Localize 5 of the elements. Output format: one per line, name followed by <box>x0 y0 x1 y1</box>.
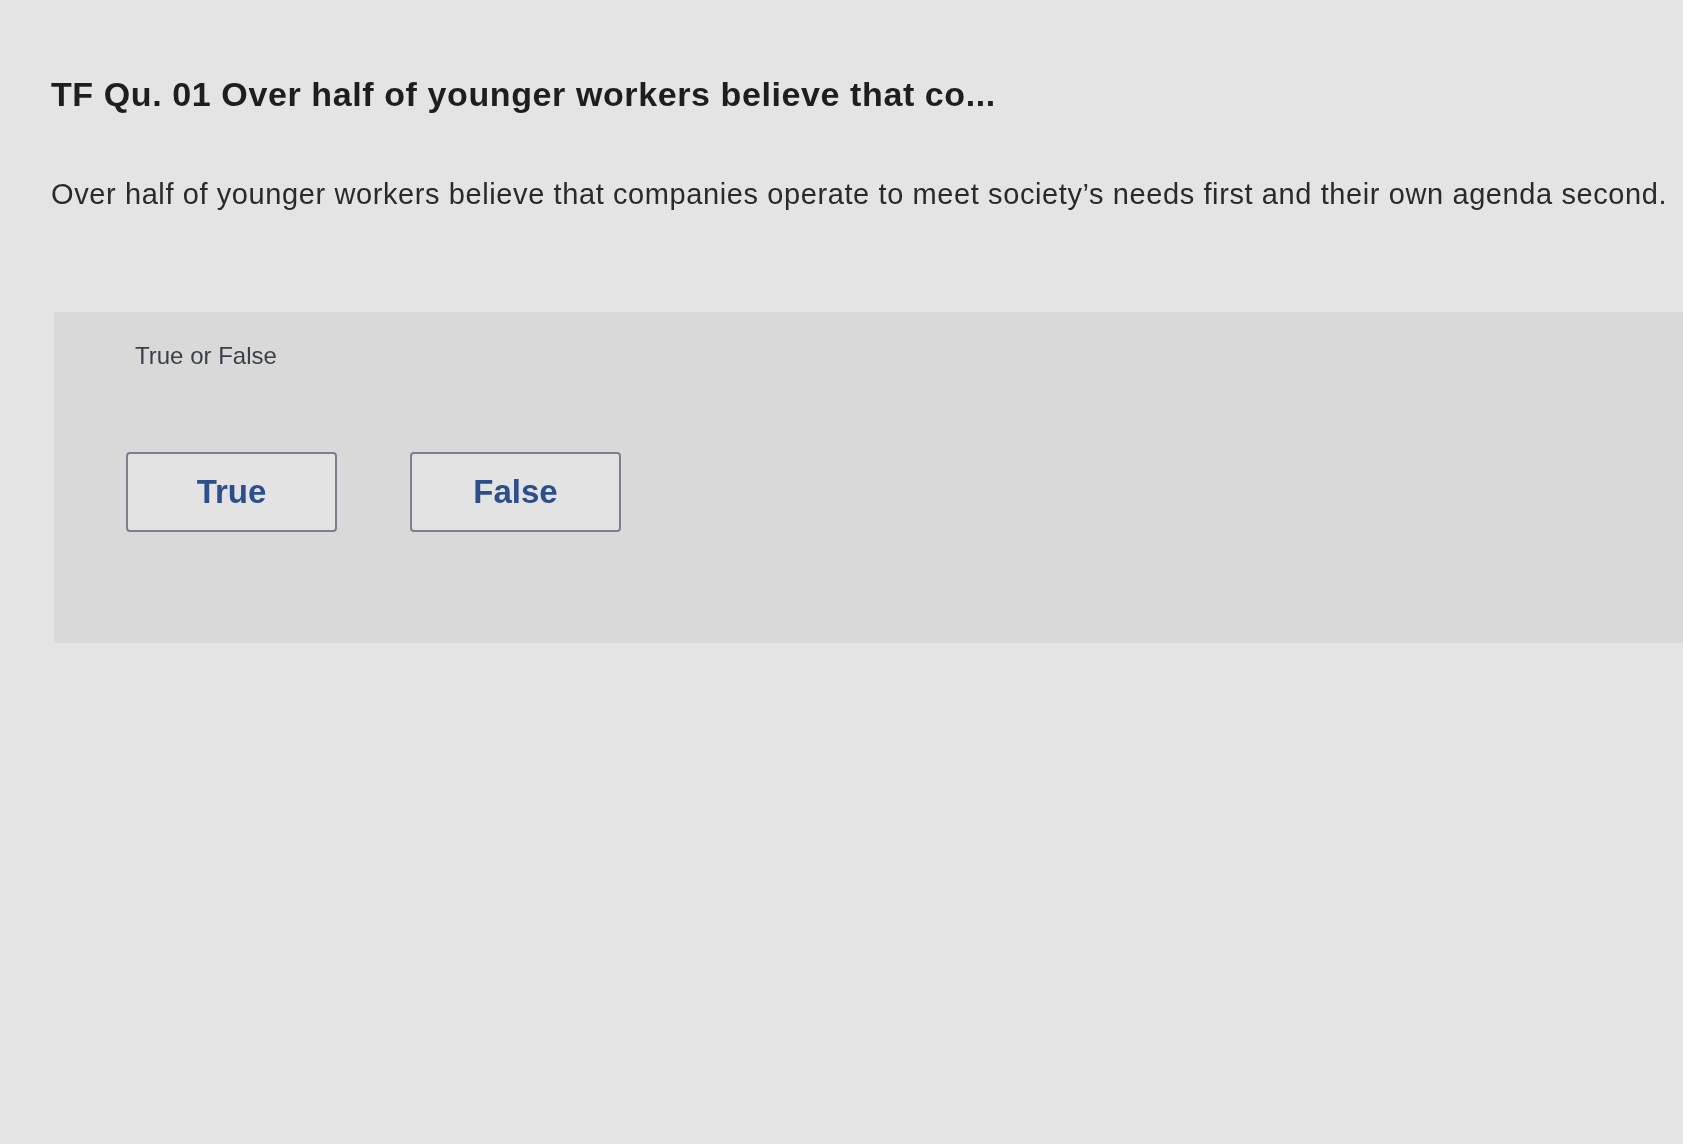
answer-button[interactable]: True <box>126 452 337 533</box>
question-title: TF Qu. 01 Over half of younger workers believe that co... <box>51 74 996 115</box>
answer-type-label: True or False <box>135 341 277 371</box>
question-text: Over half of younger workers believe that companies operate to meet society’s needs first and their own agenda second. <box>51 176 1668 212</box>
answer-button[interactable]: False <box>410 452 621 533</box>
